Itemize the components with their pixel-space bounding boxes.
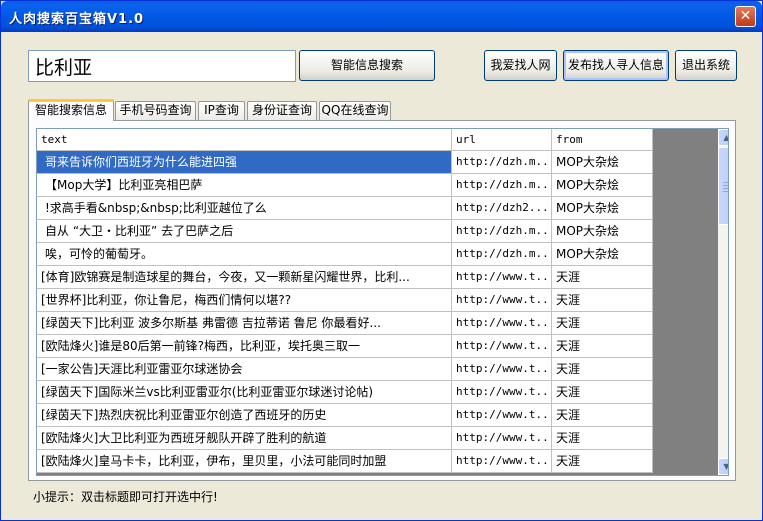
cell-url[interactable]: http://dzh2.... xyxy=(452,197,552,220)
cell-text[interactable]: [欧陆烽火]谁是80后第一前锋?梅西，比利亚，埃托奥三取一 xyxy=(37,335,452,358)
table-row[interactable]: [体育]欧锦赛是制造球星的舞台，今夜，又一颗新星闪耀世界，比利... http:/… xyxy=(37,266,653,289)
column-header-from[interactable]: from xyxy=(552,129,653,151)
cell-from[interactable]: 天涯 xyxy=(552,404,653,427)
cell-from[interactable]: MOP大杂烩 xyxy=(552,174,653,197)
table-row[interactable]: 唉，可怜的葡萄牙。 http://dzh.m... MOP大杂烩 xyxy=(37,243,653,266)
cell-url[interactable]: http://www.t... xyxy=(452,427,552,450)
publish-info-button[interactable]: 发布找人寻人信息 xyxy=(563,50,669,81)
column-header-url[interactable]: url xyxy=(452,129,552,151)
cell-url[interactable]: http://www.t... xyxy=(452,312,552,335)
cell-text[interactable]: 【Mop大学】比利亚亮相巴萨 xyxy=(37,174,452,197)
table-row[interactable]: [欧陆烽火]谁是80后第一前锋?梅西，比利亚，埃托奥三取一 http://www.… xyxy=(37,335,653,358)
cell-from[interactable]: 天涯 xyxy=(552,427,653,450)
cell-text[interactable]: [欧陆烽火]皇马卡卡，比利亚，伊布，里贝里，小法可能同时加盟 xyxy=(37,450,452,473)
vertical-scrollbar[interactable]: ▲ ▼ xyxy=(718,129,728,475)
table-row[interactable]: [绿茵天下]国际米兰vs比利亚雷亚尔(比利亚雷亚尔球迷讨论帖) http://ww… xyxy=(37,381,653,404)
close-button[interactable]: ✕ xyxy=(735,6,756,27)
cell-from[interactable]: 天涯 xyxy=(552,381,653,404)
scroll-down-icon[interactable]: ▼ xyxy=(718,458,728,475)
app-window: 人肉搜索百宝箱V1.0 ✕ 智能信息搜索 我爱找人网 发布找人寻人信息 退出系统… xyxy=(0,0,763,521)
tab-id-card-lookup[interactable]: 身份证查询 xyxy=(247,101,317,120)
cell-url[interactable]: http://dzh.m... xyxy=(452,243,552,266)
cell-url[interactable]: http://dzh.m... xyxy=(452,151,552,174)
tab-phone-lookup[interactable]: 手机号码查询 xyxy=(115,101,196,120)
smart-search-button[interactable]: 智能信息搜索 xyxy=(299,50,435,81)
table-row[interactable]: !求高手看&nbsp;&nbsp;比利亚越位了么 http://dzh2.... M… xyxy=(37,197,653,220)
cell-text[interactable]: !求高手看&nbsp;&nbsp;比利亚越位了么 xyxy=(37,197,452,220)
cell-url[interactable]: http://www.t... xyxy=(452,266,552,289)
table-row[interactable]: [欧陆烽火]大卫比利亚为西班牙舰队开辟了胜利的航道 http://www.t...… xyxy=(37,427,653,450)
cell-from[interactable]: 天涯 xyxy=(552,450,653,473)
table-row[interactable]: [绿茵天下]比利亚 波多尔斯基 弗雷德 吉拉蒂诺 鲁尼 你最看好... http:… xyxy=(37,312,653,335)
cell-url[interactable]: http://dzh.m... xyxy=(452,220,552,243)
tab-qq-online[interactable]: QQ在线查询 xyxy=(319,101,391,120)
cell-text[interactable]: [绿茵天下]比利亚 波多尔斯基 弗雷德 吉拉蒂诺 鲁尼 你最看好... xyxy=(37,312,452,335)
table-row[interactable]: 【Mop大学】比利亚亮相巴萨 http://dzh.m... MOP大杂烩 xyxy=(37,174,653,197)
tab-ip-lookup[interactable]: IP查询 xyxy=(198,101,245,120)
cell-url[interactable]: http://www.t... xyxy=(452,358,552,381)
cell-from[interactable]: MOP大杂烩 xyxy=(552,197,653,220)
cell-from[interactable]: 天涯 xyxy=(552,335,653,358)
cell-url[interactable]: http://www.t... xyxy=(452,335,552,358)
tab-panel: text url from 哥来告诉你们西班牙为什么能进四强 http://dzh… xyxy=(28,120,736,481)
tab-smart-search[interactable]: 智能搜索信息 xyxy=(28,99,114,121)
cell-url[interactable]: http://www.t... xyxy=(452,289,552,312)
table-row[interactable]: [一家公告]天涯比利亚雷亚尔球迷协会 http://www.t... 天涯 xyxy=(37,358,653,381)
cell-text[interactable]: [绿茵天下]热烈庆祝比利亚雷亚尔创造了西班牙的历史 xyxy=(37,404,452,427)
cell-text[interactable]: 哥来告诉你们西班牙为什么能进四强 xyxy=(37,151,452,174)
hint-text: 小提示：双击标题即可打开选中行! xyxy=(33,490,218,504)
table-row[interactable]: [世界杯]比利亚，你让鲁尼，梅西们情何以堪?? http://www.t... 天涯 xyxy=(37,289,653,312)
title-bar[interactable]: 人肉搜索百宝箱V1.0 ✕ xyxy=(1,1,762,32)
cell-from[interactable]: 天涯 xyxy=(552,312,653,335)
exit-button[interactable]: 退出系统 xyxy=(675,50,737,81)
cell-from[interactable]: MOP大杂烩 xyxy=(552,151,653,174)
cell-text[interactable]: [世界杯]比利亚，你让鲁尼，梅西们情何以堪?? xyxy=(37,289,452,312)
cell-text[interactable]: 唉，可怜的葡萄牙。 xyxy=(37,243,452,266)
cell-url[interactable]: http://www.t... xyxy=(452,450,552,473)
cell-from[interactable]: 天涯 xyxy=(552,289,653,312)
results-grid[interactable]: text url from 哥来告诉你们西班牙为什么能进四强 http://dzh… xyxy=(36,128,729,476)
cell-text[interactable]: [绿茵天下]国际米兰vs比利亚雷亚尔(比利亚雷亚尔球迷讨论帖) xyxy=(37,381,452,404)
cell-from[interactable]: 天涯 xyxy=(552,266,653,289)
love-findpeople-button[interactable]: 我爱找人网 xyxy=(484,50,557,81)
cell-text[interactable]: [欧陆烽火]大卫比利亚为西班牙舰队开辟了胜利的航道 xyxy=(37,427,452,450)
cell-from[interactable]: 天涯 xyxy=(552,358,653,381)
table-row[interactable]: 自从 “大卫・比利亚” 去了巴萨之后 http://dzh.m... MOP大杂烩 xyxy=(37,220,653,243)
column-header-text[interactable]: text xyxy=(37,129,452,151)
scroll-thumb[interactable] xyxy=(718,147,728,225)
window-title: 人肉搜索百宝箱V1.0 xyxy=(9,12,145,27)
cell-from[interactable]: MOP大杂烩 xyxy=(552,220,653,243)
table-row[interactable]: 哥来告诉你们西班牙为什么能进四强 http://dzh.m... MOP大杂烩 xyxy=(37,151,653,174)
search-input[interactable] xyxy=(28,50,296,82)
client-area: 智能信息搜索 我爱找人网 发布找人寻人信息 退出系统 智能搜索信息 手机号码查询… xyxy=(5,32,758,518)
cell-text[interactable]: 自从 “大卫・比利亚” 去了巴萨之后 xyxy=(37,220,452,243)
table-row[interactable]: [绿茵天下]热烈庆祝比利亚雷亚尔创造了西班牙的历史 http://www.t...… xyxy=(37,404,653,427)
cell-url[interactable]: http://www.t... xyxy=(452,381,552,404)
table-row[interactable]: [欧陆烽火]皇马卡卡，比利亚，伊布，里贝里，小法可能同时加盟 http://www… xyxy=(37,450,653,473)
scroll-up-icon[interactable]: ▲ xyxy=(718,129,728,146)
cell-from[interactable]: MOP大杂烩 xyxy=(552,243,653,266)
cell-text[interactable]: [体育]欧锦赛是制造球星的舞台，今夜，又一颗新星闪耀世界，比利... xyxy=(37,266,452,289)
cell-url[interactable]: http://dzh.m... xyxy=(452,174,552,197)
cell-url[interactable]: http://www.t... xyxy=(452,404,552,427)
cell-text[interactable]: [一家公告]天涯比利亚雷亚尔球迷协会 xyxy=(37,358,452,381)
